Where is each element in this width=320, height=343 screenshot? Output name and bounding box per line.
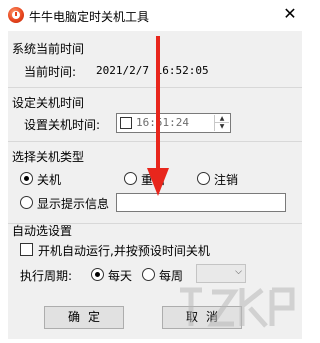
weekday-select[interactable]: ⌵	[196, 264, 246, 283]
radio-logoff-label[interactable]: 注销	[214, 171, 238, 188]
autorun-checkbox[interactable]	[20, 243, 33, 256]
close-button[interactable]: ✕	[271, 0, 309, 30]
title-bar: 牛牛电脑定时关机工具 ✕	[0, 0, 309, 30]
cancel-button[interactable]: 取消	[162, 306, 242, 329]
clock-icon	[8, 7, 24, 23]
window-title: 牛牛电脑定时关机工具	[29, 10, 150, 24]
spin-up-icon[interactable]: ▲	[215, 115, 229, 123]
section-set-shutdown-label: 设定关机时间	[12, 96, 85, 110]
radio-show-message-label[interactable]: 显示提示信息	[37, 195, 109, 212]
divider	[8, 87, 302, 88]
shutdown-time-label: 设置关机时间:	[24, 118, 101, 132]
message-input[interactable]	[116, 193, 286, 212]
radio-weekly[interactable]	[142, 268, 155, 281]
period-label: 执行周期:	[20, 269, 73, 283]
section-auto-label: 自动选设置	[12, 224, 73, 238]
shutdown-time-value[interactable]: 16:51:24	[136, 116, 189, 129]
chevron-down-icon[interactable]: ⌵	[235, 267, 242, 277]
radio-weekly-label[interactable]: 每周	[159, 267, 183, 284]
radio-daily[interactable]	[91, 268, 104, 281]
autorun-label[interactable]: 开机自动运行,并按预设时间关机	[38, 242, 210, 259]
spin-down-icon[interactable]: ▼	[215, 123, 229, 131]
current-time-value: 2021/2/7 16:52:05	[96, 64, 209, 77]
radio-restart-label[interactable]: 重启	[141, 171, 165, 188]
shutdown-time-enable-checkbox[interactable]	[120, 117, 132, 129]
shutdown-time-picker[interactable]: 16:51:24 ▲ ▼	[116, 113, 231, 133]
section-shutdown-type-label: 选择关机类型	[12, 150, 85, 164]
radio-restart[interactable]	[124, 172, 137, 185]
section-current-time-label: 系统当前时间	[12, 42, 85, 56]
divider	[8, 141, 302, 142]
current-time-label: 当前时间:	[24, 65, 77, 79]
radio-daily-label[interactable]: 每天	[108, 267, 132, 284]
ok-button[interactable]: 确定	[44, 306, 124, 329]
radio-logoff[interactable]	[197, 172, 210, 185]
radio-show-message[interactable]	[20, 196, 33, 209]
time-spinner[interactable]: ▲ ▼	[214, 115, 229, 131]
radio-shutdown-label[interactable]: 关机	[37, 171, 61, 188]
radio-shutdown[interactable]	[20, 172, 33, 185]
